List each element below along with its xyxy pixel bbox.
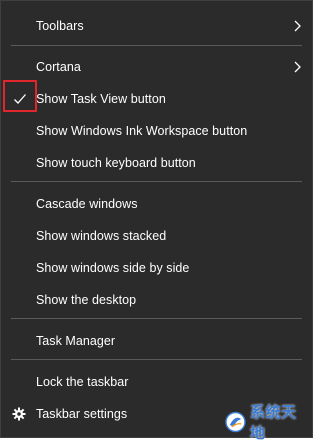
chevron-right-icon (294, 20, 301, 32)
menu-item-label: Show windows stacked (36, 229, 167, 243)
watermark-text: 系统天地 (249, 403, 297, 442)
menu-item-task-manager[interactable]: Task Manager (1, 327, 312, 355)
highlight-box (3, 80, 37, 112)
menu-item-show-windows-side-by-side[interactable]: Show windows side by side (1, 254, 312, 282)
menu-item-label: Toolbars (36, 19, 84, 33)
menu-item-label: Taskbar settings (36, 407, 128, 421)
menu-item-show-windows-ink-workspace-button[interactable]: Show Windows Ink Workspace button (1, 117, 312, 145)
taskbar-context-menu: Toolbars Cortana Show Task View button S… (0, 0, 313, 438)
menu-item-label: Cascade windows (36, 197, 138, 211)
menu-item-label: Show touch keyboard button (36, 156, 196, 170)
menu-item-show-touch-keyboard-button[interactable]: Show touch keyboard button (1, 149, 312, 177)
menu-item-show-the-desktop[interactable]: Show the desktop (1, 286, 312, 314)
menu-divider (11, 359, 302, 360)
chevron-right-icon (294, 61, 301, 73)
menu-item-toolbars[interactable]: Toolbars (1, 12, 312, 40)
menu-item-label: Task Manager (36, 334, 116, 348)
gear-icon (12, 407, 26, 421)
menu-item-label: Show Windows Ink Workspace button (36, 124, 248, 138)
menu-item-label: Show Task View button (36, 92, 166, 106)
menu-item-lock-the-taskbar[interactable]: Lock the taskbar (1, 368, 312, 396)
menu-item-label: Show windows side by side (36, 261, 190, 275)
menu-item-show-windows-stacked[interactable]: Show windows stacked (1, 222, 312, 250)
menu-divider (11, 181, 302, 182)
menu-item-label: Show the desktop (36, 293, 137, 307)
watermark: 系统天地 (225, 403, 309, 442)
menu-item-label: Cortana (36, 60, 81, 74)
menu-divider (11, 45, 302, 46)
menu-item-label: Lock the taskbar (36, 375, 129, 389)
menu-item-cortana[interactable]: Cortana (1, 53, 312, 81)
menu-divider (11, 318, 302, 319)
menu-item-cascade-windows[interactable]: Cascade windows (1, 190, 312, 218)
menu-item-show-task-view-button[interactable]: Show Task View button (1, 85, 312, 113)
watermark-logo-icon (225, 411, 246, 433)
